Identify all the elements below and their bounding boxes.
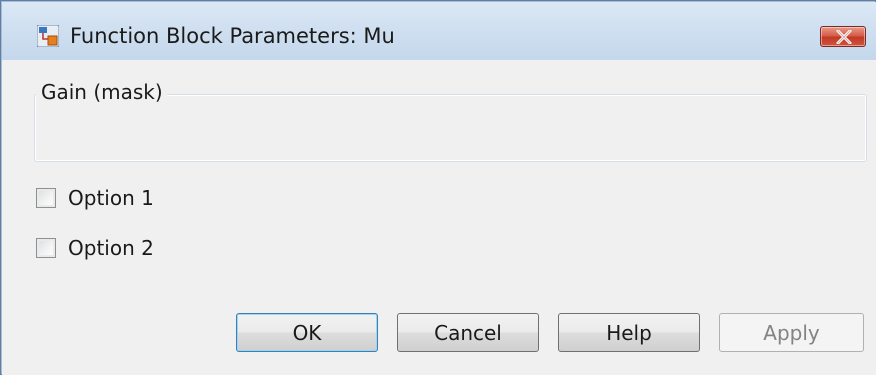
dialog-body: Gain (mask) Option 1 Option 2 OK Cancel … (2, 60, 876, 375)
checkbox-box[interactable] (36, 238, 56, 258)
apply-button: Apply (719, 313, 864, 352)
dialog-window: Function Block Parameters: Mu Gain (mask… (0, 0, 876, 375)
option-1-checkbox[interactable]: Option 1 (36, 185, 154, 211)
option-2-checkbox[interactable]: Option 2 (36, 235, 154, 261)
mask-groupbox (34, 94, 867, 162)
window-title: Function Block Parameters: Mu (70, 24, 395, 48)
mask-group-label: Gain (mask) (37, 80, 167, 104)
title-bar[interactable]: Function Block Parameters: Mu (2, 2, 876, 60)
option-1-label: Option 1 (68, 186, 154, 210)
close-icon (836, 30, 852, 44)
cancel-button[interactable]: Cancel (397, 313, 539, 352)
help-button[interactable]: Help (558, 313, 700, 352)
checkbox-box[interactable] (36, 188, 56, 208)
ok-button[interactable]: OK (236, 313, 378, 352)
close-button[interactable] (820, 26, 866, 47)
simulink-block-icon (37, 25, 59, 47)
option-2-label: Option 2 (68, 236, 154, 260)
